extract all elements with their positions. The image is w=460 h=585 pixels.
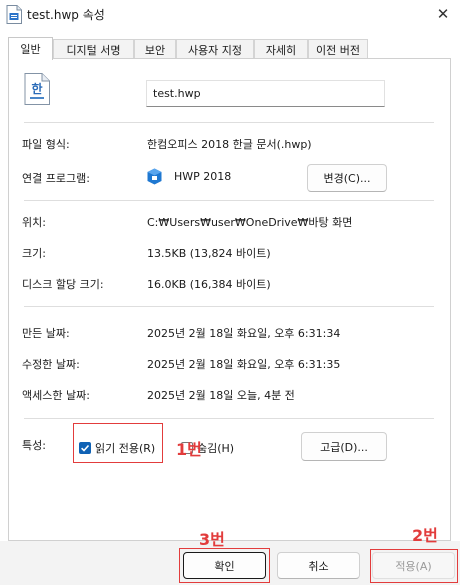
hwp-app-icon: [147, 168, 162, 185]
file-type-value: 한컴오피스 2018 한글 문서(.hwp): [147, 138, 312, 151]
separator: [24, 306, 434, 307]
change-button[interactable]: 변경(C)...: [307, 164, 387, 192]
close-icon: ✕: [436, 5, 450, 23]
tab-previous-versions[interactable]: 이전 버전: [308, 39, 368, 59]
window-title: test.hwp 속성: [27, 8, 105, 22]
size-label: 크기:: [22, 247, 46, 260]
created-label: 만든 날짜:: [22, 327, 70, 340]
tab-general[interactable]: 일반: [8, 37, 53, 60]
location-value: C:₩Users₩user₩OneDrive₩바탕 화면: [147, 216, 353, 229]
annotation-label-2: 2번: [412, 526, 438, 545]
size-value: 13.5KB (13,824 바이트): [147, 247, 271, 260]
annotation-box-apply: [370, 549, 458, 583]
annotation-label-1: 1번: [176, 440, 202, 459]
open-with-label: 연결 프로그램:: [22, 172, 90, 185]
close-button[interactable]: ✕: [428, 2, 458, 26]
hwp-file-icon: [6, 5, 22, 24]
annotation-box-ok: [179, 548, 270, 583]
cancel-button[interactable]: 취소: [277, 552, 360, 579]
file-type-label: 파일 형식:: [22, 138, 70, 151]
modified-value: 2025년 2월 18일 화요일, 오후 6:31:35: [147, 358, 341, 371]
title-bar: test.hwp 속성 ✕: [0, 0, 460, 30]
created-value: 2025년 2월 18일 화요일, 오후 6:31:34: [147, 327, 341, 340]
hidden-label: 숨김(H): [197, 442, 235, 455]
filename-input[interactable]: [146, 80, 385, 107]
separator: [24, 122, 434, 123]
annotation-label-3: 3번: [199, 530, 225, 549]
accessed-value: 2025년 2월 18일 오늘, 4분 전: [147, 389, 295, 402]
tab-custom[interactable]: 사용자 지정: [176, 39, 254, 59]
doc-icon-glyph: 한: [31, 81, 42, 96]
tab-details[interactable]: 자세히: [254, 39, 308, 59]
separator: [24, 418, 434, 419]
location-label: 위치:: [22, 216, 46, 229]
attributes-label: 특성:: [22, 439, 46, 452]
accessed-label: 액세스한 날짜:: [22, 389, 90, 402]
separator: [24, 200, 434, 201]
disk-size-value: 16.0KB (16,384 바이트): [147, 278, 271, 291]
tab-digital-signature[interactable]: 디지털 서명: [53, 39, 134, 59]
modified-label: 수정한 날짜:: [22, 358, 80, 371]
disk-size-label: 디스크 할당 크기:: [22, 278, 104, 291]
tab-security[interactable]: 보안: [134, 39, 176, 59]
hwp-document-icon: 한: [24, 73, 50, 105]
annotation-box-readonly: [73, 423, 163, 463]
open-with-value: HWP 2018: [174, 170, 232, 183]
advanced-button[interactable]: 고급(D)...: [301, 432, 387, 461]
general-panel: [8, 58, 451, 541]
